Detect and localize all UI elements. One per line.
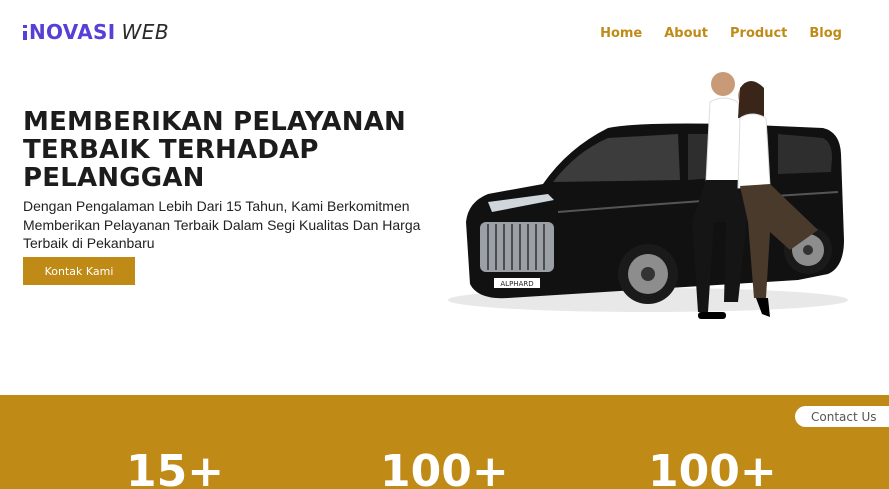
logo-mark-icon <box>23 24 27 40</box>
logo-text-light: WEB <box>121 20 170 44</box>
stat-clients: 100+ <box>380 446 509 489</box>
hero-title: MEMBERIKAN PELAYANAN TERBAIK TERHADAP PE… <box>23 107 406 193</box>
hero-subtitle: Dengan Pengalaman Lebih Dari 15 Tahun, K… <box>23 198 421 251</box>
hero-car-image: ALPHARD <box>448 72 848 319</box>
contact-us-button[interactable]: Contact Us <box>795 406 889 427</box>
main-nav: Home About Product Blog <box>600 26 842 41</box>
nav-product[interactable]: Product <box>730 26 787 41</box>
logo-text-bold: NOVASI <box>29 20 116 44</box>
logo[interactable]: NOVASI WEB <box>23 20 169 44</box>
contact-button[interactable]: Kontak Kami <box>23 257 135 285</box>
plate-text: ALPHARD <box>500 280 533 288</box>
nav-blog[interactable]: Blog <box>809 26 842 41</box>
stat-units: 100+ <box>648 446 777 489</box>
nav-about[interactable]: About <box>664 26 708 41</box>
nav-home[interactable]: Home <box>600 26 642 41</box>
stat-years: 15+ <box>126 446 225 489</box>
